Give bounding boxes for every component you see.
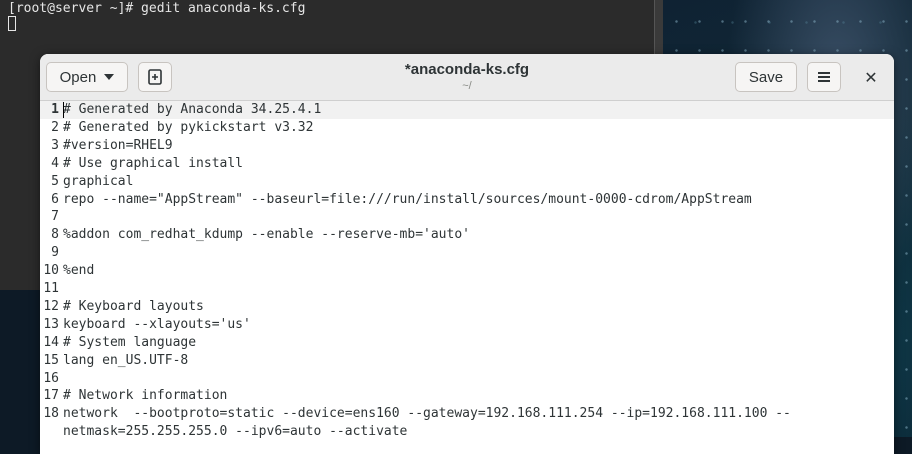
close-icon: ✕ — [864, 67, 878, 87]
editor-line[interactable]: 3 #version=RHEL9 — [40, 137, 894, 155]
editor-line[interactable]: 6 repo --name="AppStream" --baseurl=file:… — [40, 191, 894, 209]
line-text: # Generated by Anaconda 34.25.4.1 — [63, 102, 322, 117]
editor-line[interactable]: netmask=255.255.255.0 --ipv6=auto --acti… — [40, 423, 894, 441]
line-text: graphical — [63, 173, 134, 189]
gedit-window: Open *anaconda-ks.cfg ~/ Save ✕ 1 # Gener… — [40, 54, 894, 454]
line-text: # Use graphical install — [63, 155, 244, 171]
header-bar: Open *anaconda-ks.cfg ~/ Save ✕ — [40, 54, 894, 101]
line-text: %end — [63, 263, 95, 279]
editor-line[interactable]: 5 graphical — [40, 173, 894, 191]
editor-line[interactable]: 16 — [40, 370, 894, 388]
line-number: 9 — [51, 245, 59, 261]
line-text: # Generated by pykickstart v3.32 — [63, 119, 314, 135]
line-text: keyboard --xlayouts='us' — [63, 316, 251, 332]
line-text: network --bootproto=static --device=ens1… — [63, 406, 791, 422]
terminal-cursor — [8, 16, 16, 31]
line-text: # Network information — [63, 388, 228, 404]
line-number: 10 — [43, 263, 59, 279]
line-number: 7 — [51, 209, 59, 225]
line-text: netmask=255.255.255.0 --ipv6=auto --acti… — [63, 424, 408, 440]
editor-line[interactable]: 8 %addon com_redhat_kdump --enable --rese… — [40, 226, 894, 244]
menu-button[interactable] — [807, 62, 841, 92]
editor-line[interactable]: 14 # System language — [40, 334, 894, 352]
editor-line[interactable]: 7 — [40, 208, 894, 226]
line-number: 18 — [43, 406, 59, 422]
line-number: 3 — [51, 137, 59, 153]
editor-line[interactable]: 13 keyboard --xlayouts='us' — [40, 316, 894, 334]
line-text: repo --name="AppStream" --baseurl=file:/… — [63, 191, 752, 207]
line-number: 5 — [51, 173, 59, 189]
editor-line[interactable]: 2 # Generated by pykickstart v3.32 — [40, 119, 894, 137]
line-number: 15 — [43, 352, 59, 368]
line-text: #version=RHEL9 — [63, 137, 173, 153]
line-number: 14 — [43, 334, 59, 350]
editor-line[interactable]: 17 # Network information — [40, 387, 894, 405]
editor-line[interactable]: 9 — [40, 244, 894, 262]
line-number: 6 — [51, 191, 59, 207]
editor-line[interactable]: 1 # Generated by Anaconda 34.25.4.1 — [40, 101, 894, 119]
editor-line[interactable]: 10 %end — [40, 262, 894, 280]
line-number: 17 — [43, 388, 59, 404]
text-cursor — [63, 102, 64, 118]
hamburger-menu-icon — [818, 72, 830, 82]
line-number: 2 — [51, 119, 59, 135]
line-number: 13 — [43, 316, 59, 332]
line-text: %addon com_redhat_kdump --enable --reser… — [63, 227, 470, 243]
text-editor[interactable]: 1 # Generated by Anaconda 34.25.4.1 2 # Gen… — [40, 101, 894, 454]
line-number: 11 — [43, 281, 59, 296]
editor-line[interactable]: 18 network --bootproto=static --device=en… — [40, 405, 894, 423]
line-number: 16 — [43, 370, 59, 386]
editor-line[interactable]: 4 # Use graphical install — [40, 155, 894, 173]
line-number: 12 — [43, 298, 59, 314]
save-button[interactable]: Save — [735, 62, 797, 92]
editor-line[interactable]: 11 — [40, 280, 894, 298]
line-number: 1 — [51, 102, 59, 117]
close-button[interactable]: ✕ — [860, 62, 882, 92]
terminal-command-line: [root@server ~]# gedit anaconda-ks.cfg — [8, 1, 306, 16]
line-number: 4 — [51, 155, 59, 171]
editor-line[interactable]: 15 lang en_US.UTF-8 — [40, 352, 894, 370]
line-text: lang en_US.UTF-8 — [63, 352, 189, 368]
line-text: # System language — [63, 334, 197, 350]
line-number: 8 — [51, 227, 59, 243]
editor-line[interactable]: 12 # Keyboard layouts — [40, 298, 894, 316]
line-text: # Keyboard layouts — [63, 298, 204, 314]
